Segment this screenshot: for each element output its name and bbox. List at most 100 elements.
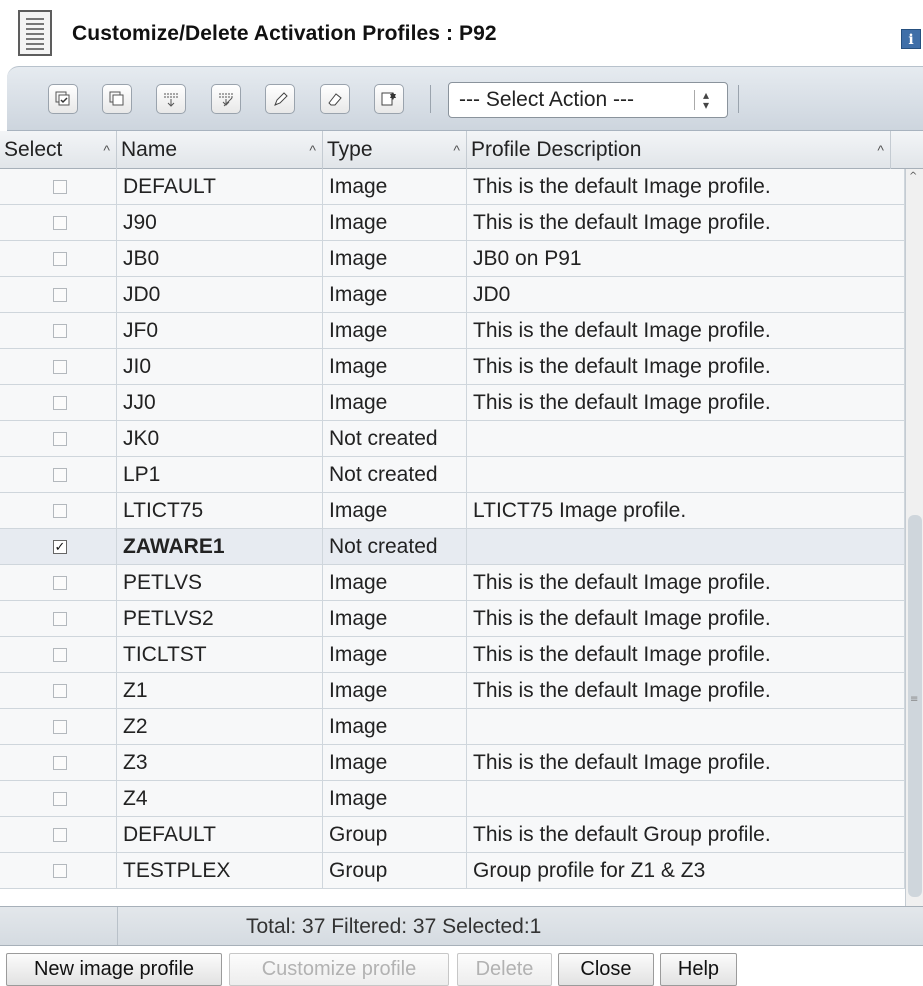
table-row[interactable]: TESTPLEX Group Group profile for Z1 & Z3 [0, 853, 905, 889]
table-row[interactable]: Z3 Image This is the default Image profi… [0, 745, 905, 781]
cell-name: Z1 [117, 673, 323, 709]
cell-type: Image [323, 493, 467, 529]
cell-type: Image [323, 745, 467, 781]
table-row[interactable]: JJ0 Image This is the default Image prof… [0, 385, 905, 421]
table-row[interactable]: TICLTST Image This is the default Image … [0, 637, 905, 673]
column-header-description[interactable]: Profile Description ^ [467, 131, 891, 169]
column-header-name[interactable]: Name ^ [117, 131, 323, 169]
row-checkbox[interactable] [53, 468, 67, 482]
cell-description [467, 457, 905, 493]
chevron-up-icon[interactable]: ^ [909, 171, 917, 182]
row-checkbox-checked[interactable]: ✓ [53, 540, 67, 554]
table-row[interactable]: JI0 Image This is the default Image prof… [0, 349, 905, 385]
row-checkbox[interactable] [53, 216, 67, 230]
row-checkbox[interactable] [53, 828, 67, 842]
row-checkbox[interactable] [53, 180, 67, 194]
cell-description: This is the default Image profile. [467, 745, 905, 781]
row-checkbox[interactable] [53, 648, 67, 662]
cell-name: LTICT75 [117, 493, 323, 529]
cell-name: PETLVS2 [117, 601, 323, 637]
edit-filter-icon[interactable] [211, 84, 241, 114]
table-row[interactable]: JF0 Image This is the default Image prof… [0, 313, 905, 349]
row-checkbox[interactable] [53, 756, 67, 770]
table-row[interactable]: DEFAULT Image This is the default Image … [0, 169, 905, 205]
column-header-type[interactable]: Type ^ [323, 131, 467, 169]
row-checkbox[interactable] [53, 252, 67, 266]
customize-profile-button[interactable]: Customize profile [229, 953, 449, 986]
cell-type: Image [323, 781, 467, 817]
row-checkbox[interactable] [53, 396, 67, 410]
cell-name: LP1 [117, 457, 323, 493]
table-row[interactable]: JK0 Not created [0, 421, 905, 457]
cell-name: PETLVS [117, 565, 323, 601]
scrollbar-thumb[interactable] [908, 515, 922, 897]
cell-name: Z4 [117, 781, 323, 817]
cell-type: Image [323, 385, 467, 421]
table-header: Select ^ Name ^ Type ^ Profile Description ^ [0, 131, 923, 169]
table-row[interactable]: Z1 Image This is the default Image profi… [0, 673, 905, 709]
table-row[interactable]: PETLVS Image This is the default Image p… [0, 565, 905, 601]
new-image-profile-button[interactable]: New image profile [6, 953, 222, 986]
clear-icon[interactable] [320, 84, 350, 114]
row-checkbox[interactable] [53, 684, 67, 698]
cell-name: JJ0 [117, 385, 323, 421]
toolbar-separator [430, 85, 431, 113]
toolbar: --- Select Action --- ▴ ▾ [7, 66, 923, 131]
row-checkbox[interactable] [53, 288, 67, 302]
cell-description: This is the default Image profile. [467, 313, 905, 349]
cell-type: Group [323, 853, 467, 889]
cell-type: Image [323, 313, 467, 349]
cell-name: Z3 [117, 745, 323, 781]
cell-name: JK0 [117, 421, 323, 457]
select-all-icon[interactable] [48, 84, 78, 114]
table-row[interactable]: Z2 Image [0, 709, 905, 745]
row-checkbox[interactable] [53, 324, 67, 338]
configure-columns-icon[interactable] [374, 84, 404, 114]
help-button[interactable]: Help [660, 953, 737, 986]
row-checkbox[interactable] [53, 504, 67, 518]
spinner-arrows-icon: ▴ ▾ [694, 89, 717, 111]
sort-icon: ^ [453, 142, 460, 158]
row-checkbox[interactable] [53, 360, 67, 374]
row-checkbox[interactable] [53, 612, 67, 626]
close-button[interactable]: Close [558, 953, 654, 986]
cell-description: Group profile for Z1 & Z3 [467, 853, 905, 889]
cell-type: Image [323, 241, 467, 277]
filter-icon[interactable] [156, 84, 186, 114]
customize-icon[interactable] [265, 84, 295, 114]
selection-summary: Total: 37 Filtered: 37 Selected:1 [246, 915, 542, 938]
cell-type: Image [323, 673, 467, 709]
cell-name: DEFAULT [117, 169, 323, 205]
document-icon [18, 10, 52, 56]
table-row[interactable]: LTICT75 Image LTICT75 Image profile. [0, 493, 905, 529]
vertical-scrollbar[interactable]: ^ ≡ [905, 169, 923, 906]
row-checkbox[interactable] [53, 432, 67, 446]
table-row[interactable]: LP1 Not created [0, 457, 905, 493]
table-row[interactable]: Z4 Image [0, 781, 905, 817]
row-checkbox[interactable] [53, 720, 67, 734]
table-row[interactable]: J90 Image This is the default Image prof… [0, 205, 905, 241]
table-row[interactable]: JD0 Image JD0 [0, 277, 905, 313]
cell-description [467, 529, 905, 565]
table-row-selected[interactable]: ✓ ZAWARE1 Not created [0, 529, 905, 565]
select-action-dropdown[interactable]: --- Select Action --- ▴ ▾ [448, 82, 728, 118]
info-icon[interactable]: i [901, 29, 921, 49]
copy-icon[interactable] [102, 84, 132, 114]
cell-description: This is the default Group profile. [467, 817, 905, 853]
table-row[interactable]: JB0 Image JB0 on P91 [0, 241, 905, 277]
cell-type: Group [323, 817, 467, 853]
window-title: Customize/Delete Activation Profiles : P… [72, 22, 497, 45]
row-checkbox[interactable] [53, 792, 67, 806]
cell-type: Image [323, 601, 467, 637]
table-row[interactable]: DEFAULT Group This is the default Group … [0, 817, 905, 853]
delete-button[interactable]: Delete [457, 953, 552, 986]
cell-name: ZAWARE1 [117, 529, 323, 565]
row-checkbox[interactable] [53, 864, 67, 878]
cell-name: JD0 [117, 277, 323, 313]
cell-description: This is the default Image profile. [467, 601, 905, 637]
sort-icon: ^ [103, 142, 110, 158]
table-row[interactable]: PETLVS2 Image This is the default Image … [0, 601, 905, 637]
column-header-select[interactable]: Select ^ [0, 131, 117, 169]
sort-icon: ^ [309, 142, 316, 158]
row-checkbox[interactable] [53, 576, 67, 590]
